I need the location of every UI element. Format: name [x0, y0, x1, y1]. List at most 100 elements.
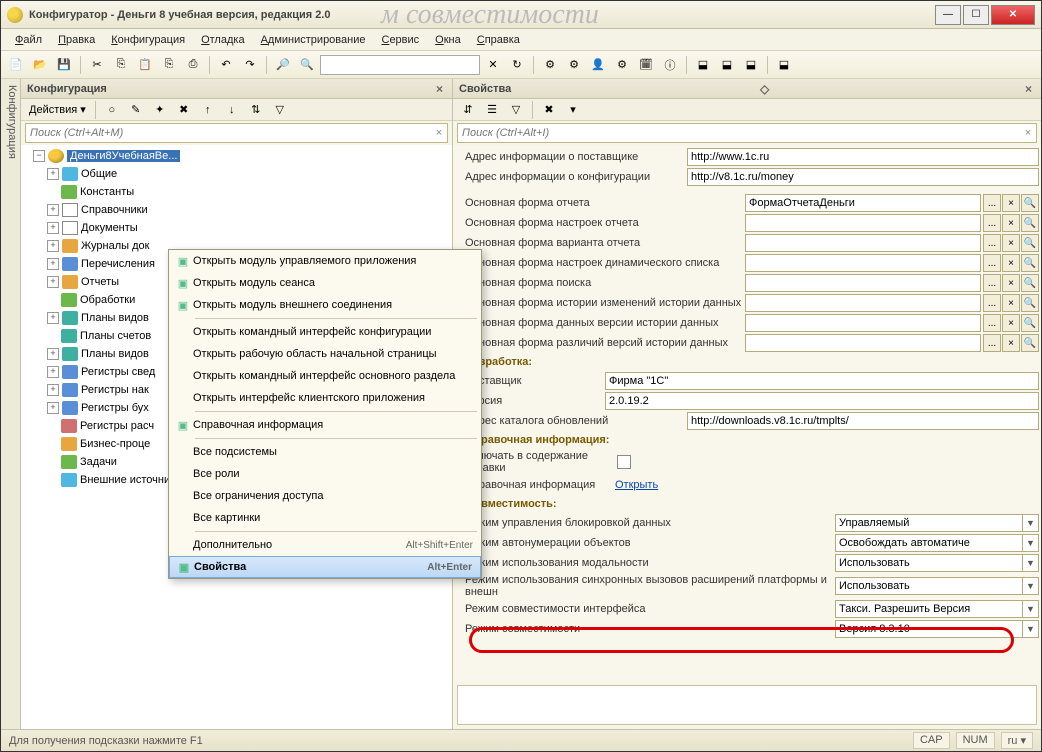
filter2-icon[interactable]: ▽	[505, 99, 527, 121]
include-help-checkbox[interactable]	[617, 455, 631, 469]
config-search-clear-icon[interactable]: ×	[431, 127, 447, 139]
ctx-item-14[interactable]: Все картинки	[169, 507, 481, 529]
tree-expand-icon[interactable]: +	[47, 384, 59, 396]
main-variant-form-choose-button[interactable]: ...	[983, 234, 1001, 252]
open-folder-icon[interactable]: 📂	[29, 54, 51, 76]
props-pane-pin-icon[interactable]: ◇	[757, 82, 772, 96]
main-settings-form-choose-button[interactable]: ...	[983, 214, 1001, 232]
main-histdiff-form-input[interactable]	[745, 334, 981, 352]
main-dynlist-form-choose-button[interactable]: ...	[983, 254, 1001, 272]
main-variant-form-open-button[interactable]: 🔍	[1021, 234, 1039, 252]
tree-item-2[interactable]: Справочники	[81, 204, 148, 216]
tree-expand-icon[interactable]: +	[47, 276, 59, 288]
copy2-icon[interactable]: ⎘	[158, 54, 180, 76]
menu-правка[interactable]: Правка	[52, 32, 101, 48]
tree-expand-icon[interactable]: +	[47, 258, 59, 270]
copy-icon[interactable]: ⎘	[110, 54, 132, 76]
main-histchg-form-choose-button[interactable]: ...	[983, 294, 1001, 312]
sync-dropdown-icon[interactable]: ▼	[1022, 578, 1038, 594]
ctx-item-17[interactable]: ▣СвойстваAlt+Enter	[169, 556, 481, 578]
tree-expand-icon[interactable]: +	[47, 402, 59, 414]
help-icon[interactable]: ⓘ	[659, 54, 681, 76]
compat-combo[interactable]: Версия 8.3.10▼	[835, 620, 1039, 638]
tree-item-3[interactable]: Документы	[81, 222, 138, 234]
main-report-form-choose-button[interactable]: ...	[983, 194, 1001, 212]
add-icon[interactable]: ○	[101, 99, 123, 121]
zoom-icon[interactable]: 🔍	[296, 54, 318, 76]
main-search-form-choose-button[interactable]: ...	[983, 274, 1001, 292]
main-report-form-open-button[interactable]: 🔍	[1021, 194, 1039, 212]
main-variant-form-input[interactable]	[745, 234, 981, 252]
ctx-item-5[interactable]: Открыть рабочую область начальной страни…	[169, 343, 481, 365]
db3-icon[interactable]: ⬓	[740, 54, 762, 76]
db2-icon[interactable]: ⬓	[716, 54, 738, 76]
supplier-info-addr-input[interactable]: http://www.1c.ru	[687, 148, 1039, 166]
ctx-item-7[interactable]: Открыть интерфейс клиентского приложения	[169, 387, 481, 409]
lock-mode-dropdown-icon[interactable]: ▼	[1022, 515, 1038, 531]
main-dynlist-form-input[interactable]	[745, 254, 981, 272]
main-dynlist-form-clear-button[interactable]: ×	[1002, 254, 1020, 272]
lock-mode-combo[interactable]: Управляемый▼	[835, 514, 1039, 532]
autonum-combo[interactable]: Освобождать автоматиче▼	[835, 534, 1039, 552]
clear-search-icon[interactable]: ✕	[482, 54, 504, 76]
config-search-input[interactable]	[26, 127, 431, 139]
main-search-form-input[interactable]	[745, 274, 981, 292]
tree-item-14[interactable]: Регистры расч	[80, 420, 154, 432]
new-file-icon[interactable]: 📄	[5, 54, 27, 76]
tree-expand-icon[interactable]: +	[47, 204, 59, 216]
tree-item-13[interactable]: Регистры бух	[81, 402, 149, 414]
props-search[interactable]: ×	[457, 123, 1037, 143]
props-pane-close-icon[interactable]: ×	[1022, 82, 1035, 96]
config-pane-close-icon[interactable]: ×	[433, 82, 446, 96]
up-icon[interactable]: ↑	[197, 99, 219, 121]
user-icon[interactable]: 👤	[587, 54, 609, 76]
sort-icon[interactable]: ⇅	[245, 99, 267, 121]
compat-dropdown-icon[interactable]: ▼	[1022, 621, 1038, 637]
main-dynlist-form-open-button[interactable]: 🔍	[1021, 254, 1039, 272]
save-icon[interactable]: 💾	[53, 54, 75, 76]
main-histver-form-input[interactable]	[745, 314, 981, 332]
menu-окна[interactable]: Окна	[429, 32, 467, 48]
main-report-form-input[interactable]: ФормаОтчетаДеньги	[745, 194, 981, 212]
supplier-input[interactable]: Фирма "1С"	[605, 372, 1039, 390]
main-histchg-form-input[interactable]	[745, 294, 981, 312]
update-catalog-input[interactable]: http://downloads.v8.1c.ru/tmplts/	[687, 412, 1039, 430]
ui-compat-dropdown-icon[interactable]: ▼	[1022, 601, 1038, 617]
tree-item-9[interactable]: Планы счетов	[80, 330, 151, 342]
menu-отладка[interactable]: Отладка	[195, 32, 251, 48]
delete-icon[interactable]: ✖	[173, 99, 195, 121]
main-settings-form-input[interactable]	[745, 214, 981, 232]
ctx-item-12[interactable]: Все роли	[169, 463, 481, 485]
main-settings-form-clear-button[interactable]: ×	[1002, 214, 1020, 232]
menu-справка[interactable]: Справка	[471, 32, 526, 48]
main-histver-form-choose-button[interactable]: ...	[983, 314, 1001, 332]
menu-сервис[interactable]: Сервис	[375, 32, 425, 48]
minimize-button[interactable]: —	[935, 5, 961, 25]
categorize-icon[interactable]: ☰	[481, 99, 503, 121]
main-report-form-clear-button[interactable]: ×	[1002, 194, 1020, 212]
tree-item-11[interactable]: Регистры свед	[81, 366, 155, 378]
wand-icon[interactable]: ✦	[149, 99, 171, 121]
main-histdiff-form-choose-button[interactable]: ...	[983, 334, 1001, 352]
find-icon[interactable]: 🔎	[272, 54, 294, 76]
tree-item-1[interactable]: Константы	[80, 186, 134, 198]
calendar-icon[interactable]: 🗓	[635, 54, 657, 76]
paste-icon[interactable]: 📋	[134, 54, 156, 76]
tree-expand-icon[interactable]: +	[47, 348, 59, 360]
tree-expand-icon[interactable]: +	[47, 222, 59, 234]
tree-root-label[interactable]: Деньги8УчебнаяВе...	[67, 150, 180, 162]
tree-expand-icon[interactable]: +	[47, 366, 59, 378]
tree-item-5[interactable]: Перечисления	[81, 258, 155, 270]
main-histdiff-form-open-button[interactable]: 🔍	[1021, 334, 1039, 352]
edit-icon[interactable]: ✎	[125, 99, 147, 121]
side-tab-config[interactable]: Конфигурация	[1, 79, 21, 729]
section-help[interactable]: Справочная информация:	[455, 431, 1039, 449]
main-histchg-form-clear-button[interactable]: ×	[1002, 294, 1020, 312]
maximize-button[interactable]: ☐	[963, 5, 989, 25]
cut-icon[interactable]: ✂	[86, 54, 108, 76]
main-histver-form-open-button[interactable]: 🔍	[1021, 314, 1039, 332]
status-lang[interactable]: ru ▾	[1001, 732, 1033, 749]
menu-администрирование[interactable]: Администрирование	[255, 32, 372, 48]
config-info-addr-input[interactable]: http://v8.1c.ru/money	[687, 168, 1039, 186]
section-dev[interactable]: Разработка:	[455, 353, 1039, 371]
